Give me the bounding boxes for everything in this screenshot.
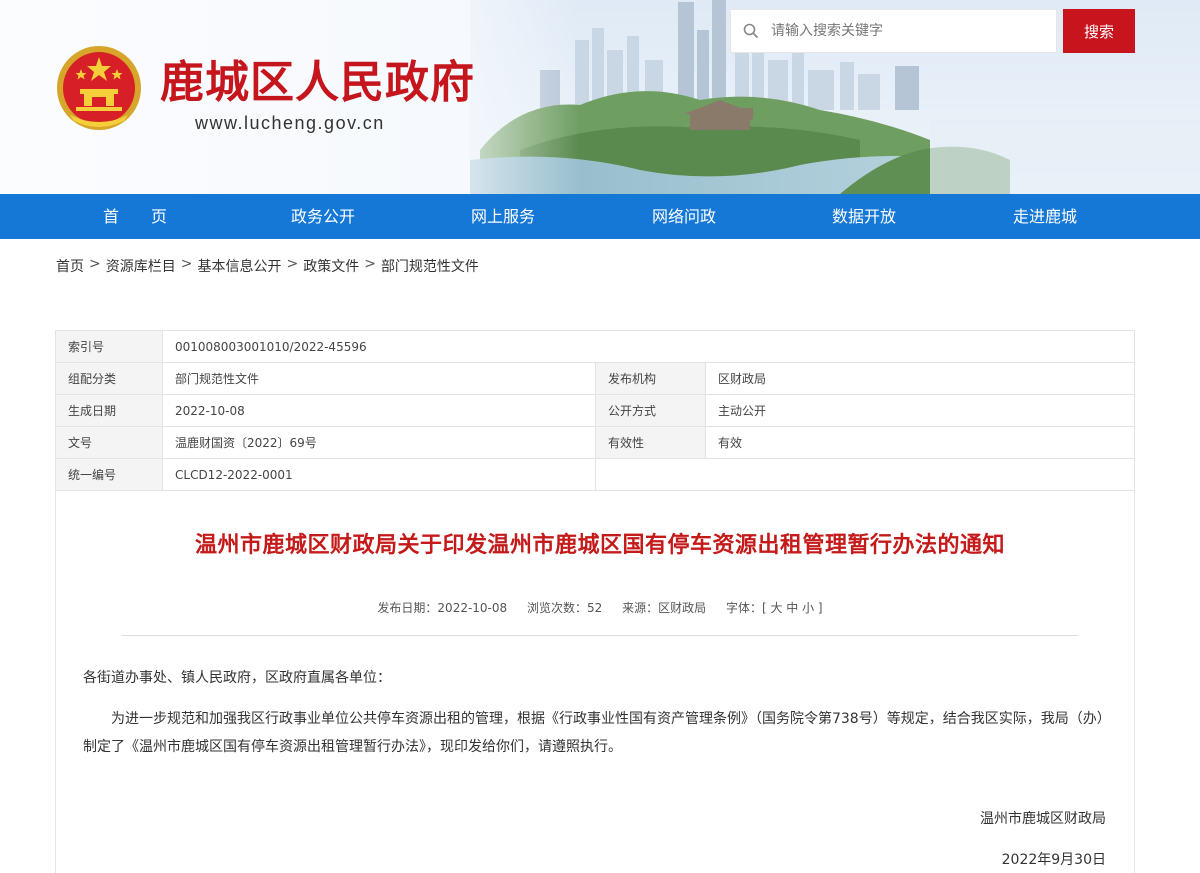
nav-item-home[interactable]: 首 页: [45, 194, 225, 239]
site-header: 鹿城区人民政府 www.lucheng.gov.cn 搜索: [0, 0, 1200, 194]
table-row: 索引号 001008003001010/2022-45596: [55, 330, 1135, 363]
breadcrumb-policy-docs[interactable]: 政策文件: [303, 256, 359, 276]
search-input[interactable]: [771, 11, 1051, 51]
signing-date: 2022年9月30日: [1001, 852, 1106, 868]
meta-value-unified-no: CLCD12-2022-0001: [162, 458, 596, 491]
document-source: 来源：区财政局: [622, 601, 707, 615]
breadcrumb-separator: >: [89, 256, 101, 272]
search-button[interactable]: 搜索: [1063, 9, 1135, 53]
nav-item-online-inquiry[interactable]: 网络问政: [594, 194, 774, 239]
nav-item-open-data[interactable]: 数据开放: [774, 194, 954, 239]
meta-value-validity: 有效: [705, 426, 1135, 459]
site-title: 鹿城区人民政府: [160, 57, 475, 108]
meta-value-date: 2022-10-08: [162, 394, 596, 427]
font-size-control[interactable]: 字体：[ 大 中 小 ]: [726, 601, 823, 615]
document-info-bar: 发布日期：2022-10-08 浏览次数：52 来源：区财政局 字体：[ 大 中…: [0, 599, 1200, 616]
meta-label-doc-no: 文号: [55, 426, 163, 459]
document-title: 温州市鹿城区财政局关于印发温州市鹿城区国有停车资源出租管理暂行办法的通知: [194, 533, 1005, 558]
national-emblem-icon: [57, 46, 141, 130]
site-url: www.lucheng.gov.cn: [195, 113, 385, 133]
document-salutation: 各街道办事处、镇人民政府，区政府直属各单位：: [83, 670, 391, 686]
breadcrumb-separator: >: [286, 256, 299, 272]
nav-item-government-affairs[interactable]: 政务公开: [233, 194, 413, 239]
meta-label-index: 索引号: [55, 330, 163, 363]
breadcrumb-dept-normative-docs[interactable]: 部门规范性文件: [381, 256, 479, 276]
signing-organization: 温州市鹿城区财政局: [980, 811, 1106, 827]
breadcrumb-basic-info[interactable]: 基本信息公开: [197, 256, 281, 276]
meta-label-unified-no: 统一编号: [55, 458, 163, 491]
document-meta-table: 索引号 001008003001010/2022-45596 组配分类 部门规范…: [55, 330, 1135, 491]
table-row: 组配分类 部门规范性文件 发布机构 区财政局: [55, 362, 1135, 395]
meta-value-category: 部门规范性文件: [162, 362, 596, 395]
meta-label-open-method: 公开方式: [595, 394, 706, 427]
breadcrumb-resource-library[interactable]: 资源库栏目: [106, 256, 176, 276]
search-icon: [731, 9, 771, 53]
meta-value-open-method: 主动公开: [705, 394, 1135, 427]
table-row: 文号 温鹿财国资〔2022〕69号 有效性 有效: [55, 426, 1135, 459]
meta-value-index: 001008003001010/2022-45596: [162, 330, 1135, 363]
search-box: [730, 9, 1057, 53]
meta-label-publisher: 发布机构: [595, 362, 706, 395]
document-body: 为进一步规范和加强我区行政事业单位公共停车资源出租的管理，根据《行政事业性国有资…: [83, 711, 1111, 755]
breadcrumb-separator: >: [364, 256, 376, 272]
meta-label-date: 生成日期: [55, 394, 163, 427]
table-row: 生成日期 2022-10-08 公开方式 主动公开: [55, 394, 1135, 427]
meta-value-doc-no: 温鹿财国资〔2022〕69号: [162, 426, 596, 459]
meta-label-category: 组配分类: [55, 362, 163, 395]
main-nav: 首 页 政务公开 网上服务 网络问政 数据开放 走进鹿城: [0, 194, 1200, 239]
meta-label-validity: 有效性: [595, 426, 706, 459]
divider: [122, 635, 1078, 636]
breadcrumb: 首页 > 资源库栏目 > 基本信息公开 > 政策文件 > 部门规范性文件: [56, 256, 479, 276]
meta-empty-cell: [595, 458, 1135, 491]
nav-item-about-lucheng[interactable]: 走进鹿城: [955, 194, 1135, 239]
breadcrumb-separator: >: [180, 256, 193, 272]
table-row: 统一编号 CLCD12-2022-0001: [55, 458, 1135, 491]
meta-value-publisher: 区财政局: [705, 362, 1135, 395]
nav-item-online-services[interactable]: 网上服务: [413, 194, 593, 239]
publish-date: 发布日期：2022-10-08: [377, 601, 508, 615]
view-count: 浏览次数：52: [527, 601, 603, 615]
breadcrumb-home[interactable]: 首页: [56, 256, 84, 276]
